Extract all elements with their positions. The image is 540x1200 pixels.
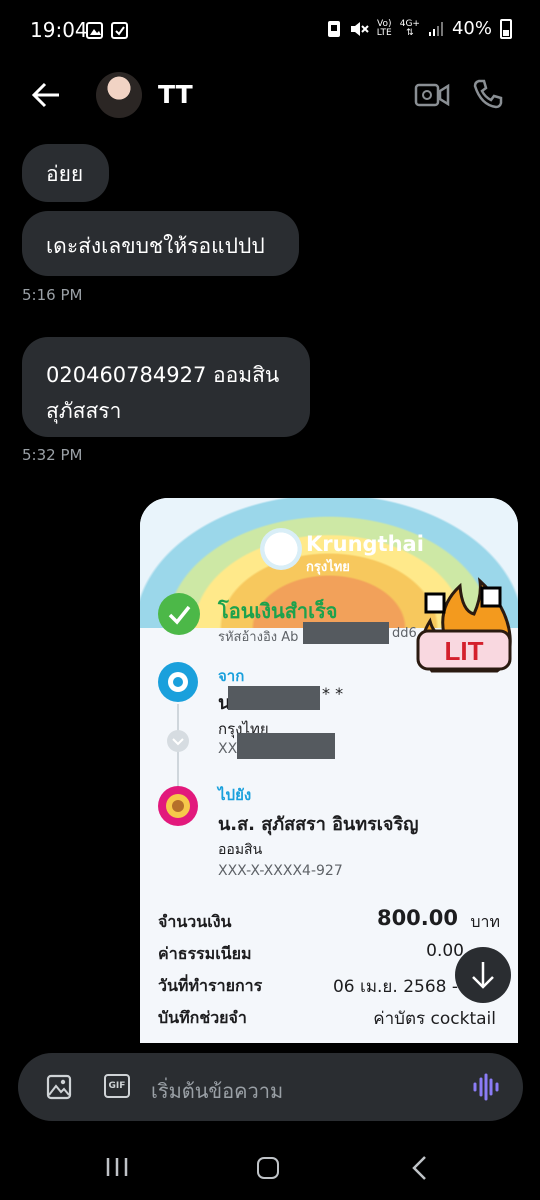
memo-value: ค่าบัตร cocktail: [373, 1009, 496, 1029]
bank-brand-name: Krungthai: [306, 532, 424, 556]
recipient-name: น.ส. สุภัสสรา อินทรเจริญ: [218, 814, 419, 835]
message-text-line: สุภัสสรา: [46, 399, 122, 423]
krungthai-node-icon: [158, 662, 198, 702]
avatar[interactable]: [96, 72, 142, 118]
arrow-left-icon[interactable]: [30, 78, 64, 112]
battery-percent: 40%: [451, 18, 492, 39]
amount-value: 800.00: [376, 906, 458, 930]
date-label: วันที่ทำรายการ: [158, 976, 263, 995]
gsb-node-icon: [158, 786, 198, 826]
signal-icon: [428, 21, 443, 36]
mute-icon: [350, 21, 369, 36]
message-bubble[interactable]: อ่ยย: [22, 144, 109, 202]
success-check-icon: [158, 593, 200, 635]
date-value: 06 เม.ย. 2568 -: [332, 977, 458, 997]
bank-brand-thai: กรุงไทย: [306, 560, 350, 575]
status-left-icons: [86, 22, 128, 39]
amount-unit: บาท: [470, 912, 500, 931]
message-text-line: 020460784927 ออมสิน: [46, 363, 280, 387]
amount-label: จำนวนเงิน: [158, 912, 232, 931]
fee-label: ค่าธรรมเนียม: [158, 944, 252, 963]
home-icon[interactable]: [257, 1157, 279, 1179]
video-call-icon[interactable]: [414, 80, 450, 110]
status-bar: 19:04 Vo) LTE 4G+ ⇅ 40%: [0, 0, 540, 60]
message-timestamp: 5:32 PM: [22, 446, 83, 464]
from-label: จาก: [218, 667, 245, 685]
gif-button[interactable]: GIF: [104, 1074, 130, 1098]
redaction-bar: [237, 733, 335, 759]
message-composer: GIF เริ่มต้นข้อความ: [18, 1053, 523, 1121]
status-right-icons: Vo) LTE 4G+ ⇅ 40%: [327, 18, 512, 39]
recipient-account: XXX-X-XXXX4-927: [218, 863, 343, 879]
from-name-suffix: * *: [322, 684, 344, 703]
message-input[interactable]: เริ่มต้นข้อความ: [151, 1075, 283, 1107]
message-bubble[interactable]: 020460784927 ออมสิน สุภัสสรา: [22, 337, 310, 437]
status-time: 19:04: [30, 18, 88, 42]
volte-indicator: Vo) LTE: [376, 18, 392, 38]
from-account-prefix: XX: [218, 741, 238, 757]
message-bubble[interactable]: เดะส่งเลขบชให้รอแปปป: [22, 211, 299, 276]
message-text: อ่ยย: [46, 162, 84, 186]
recent-apps-icon[interactable]: [105, 1157, 129, 1177]
phone-icon[interactable]: [472, 78, 504, 110]
lit-sticker: LIT: [416, 577, 512, 673]
chevron-down-icon: [167, 730, 189, 752]
gallery-notification-icon: [86, 22, 103, 39]
reference-suffix: dd6: [392, 626, 417, 641]
voice-wave-icon[interactable]: [472, 1073, 500, 1101]
contact-name[interactable]: TT: [158, 80, 193, 109]
message-timestamp: 5:16 PM: [22, 286, 83, 304]
image-icon[interactable]: [46, 1074, 72, 1100]
scroll-to-bottom-button[interactable]: [455, 947, 511, 1003]
to-label: ไปยัง: [218, 786, 252, 804]
nfc-icon: [327, 20, 340, 37]
arrow-down-icon: [472, 962, 494, 989]
krungthai-logo-icon: [260, 528, 302, 570]
chat-header: TT: [0, 64, 540, 128]
check-notification-icon: [111, 22, 128, 39]
redaction-bar: [228, 686, 320, 710]
battery-icon: [500, 18, 512, 39]
redaction-bar: [303, 622, 389, 644]
network-indicator: 4G+ ⇅: [399, 18, 420, 38]
message-text: เดะส่งเลขบชให้รอแปปป: [46, 234, 265, 258]
back-chevron-icon[interactable]: [410, 1155, 430, 1181]
recipient-bank: ออมสิน: [218, 842, 263, 858]
reference-label: รหัสอ้างอิง Ab: [218, 630, 299, 645]
memo-label: บันทึกช่วยจำ: [158, 1008, 247, 1027]
sticker-text: LIT: [445, 636, 484, 666]
